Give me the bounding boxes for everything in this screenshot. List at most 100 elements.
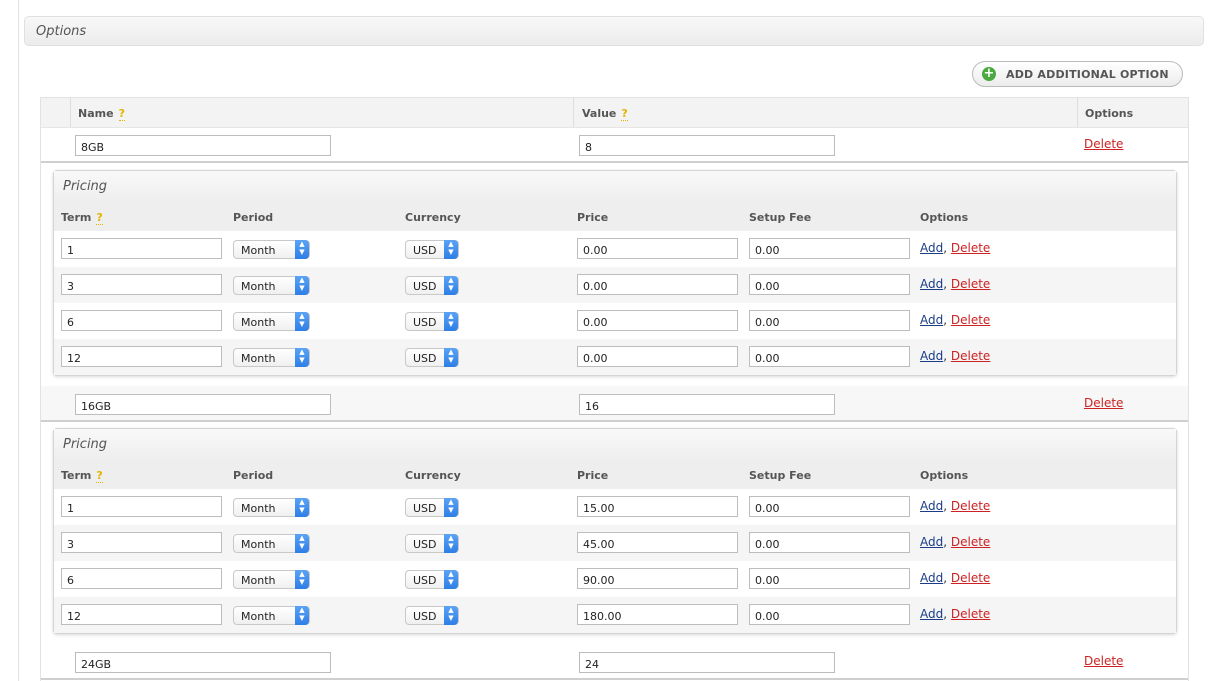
select-arrows-icon: ▲ ▼	[444, 606, 458, 625]
term-input[interactable]: 12	[61, 346, 222, 367]
period-value: Month	[241, 244, 276, 257]
delete-option-link[interactable]: Delete	[1084, 137, 1123, 151]
pricing-header-period: Period	[233, 211, 273, 224]
delete-pricing-link[interactable]: Delete	[951, 535, 990, 549]
setup-fee-input[interactable]: 0.00	[749, 568, 910, 589]
period-select[interactable]: Month ▲ ▼	[233, 312, 310, 331]
add-pricing-link[interactable]: Add	[920, 349, 943, 363]
pricing-header: Term? Period Currency Price Setup Fee Options	[54, 460, 1176, 489]
delete-pricing-link[interactable]: Delete	[951, 313, 990, 327]
setup-fee-input[interactable]: 0.00	[749, 238, 910, 259]
pricing-row: 3 Month ▲ ▼ USD ▲ ▼ 45.00 0.00 Add, Delete	[54, 525, 1176, 561]
header-divider	[70, 98, 71, 127]
help-icon[interactable]: ?	[96, 469, 103, 483]
delete-pricing-link[interactable]: Delete	[951, 607, 990, 621]
header-value: Value?	[582, 107, 628, 121]
term-input[interactable]: 1	[61, 496, 222, 517]
pricing-title-bar: Pricing	[54, 429, 1176, 461]
pricing-header-currency: Currency	[405, 211, 461, 224]
select-arrows-icon: ▲ ▼	[444, 498, 458, 517]
currency-value: USD	[413, 538, 437, 551]
price-input[interactable]: 90.00	[577, 568, 738, 589]
select-arrows-icon: ▲ ▼	[295, 570, 309, 589]
pricing-row-actions: Add, Delete	[920, 607, 990, 621]
currency-select[interactable]: USD ▲ ▼	[405, 276, 459, 295]
currency-select[interactable]: USD ▲ ▼	[405, 606, 459, 625]
add-pricing-link[interactable]: Add	[920, 535, 943, 549]
currency-value: USD	[413, 502, 437, 515]
pricing-title: Pricing	[63, 179, 108, 194]
price-input[interactable]: 15.00	[577, 496, 738, 517]
select-arrows-icon: ▲ ▼	[444, 534, 458, 553]
add-pricing-link[interactable]: Add	[920, 607, 943, 621]
options-section-header: Options	[24, 16, 1204, 46]
help-icon[interactable]: ?	[96, 211, 103, 225]
header-options: Options	[1085, 107, 1134, 120]
delete-option-link[interactable]: Delete	[1084, 654, 1123, 668]
setup-fee-input[interactable]: 0.00	[749, 310, 910, 331]
add-pricing-link[interactable]: Add	[920, 313, 943, 327]
price-input[interactable]: 0.00	[577, 310, 738, 331]
currency-select[interactable]: USD ▲ ▼	[405, 348, 459, 367]
add-additional-option-button[interactable]: + ADD ADDITIONAL OPTION	[972, 61, 1183, 87]
pricing-header: Term? Period Currency Price Setup Fee Options	[54, 202, 1176, 231]
period-select[interactable]: Month ▲ ▼	[233, 534, 310, 553]
setup-fee-input[interactable]: 0.00	[749, 604, 910, 625]
action-separator: ,	[943, 241, 951, 255]
option-name-input[interactable]: 16GB	[75, 394, 331, 415]
select-arrows-icon: ▲ ▼	[295, 312, 309, 331]
help-icon[interactable]: ?	[118, 107, 125, 121]
term-input[interactable]: 6	[61, 568, 222, 589]
delete-pricing-link[interactable]: Delete	[951, 499, 990, 513]
term-input[interactable]: 3	[61, 274, 222, 295]
help-icon[interactable]: ?	[621, 107, 628, 121]
price-input[interactable]: 0.00	[577, 346, 738, 367]
pricing-header-label: Setup Fee	[749, 469, 812, 482]
term-input[interactable]: 3	[61, 532, 222, 553]
currency-value: USD	[413, 574, 437, 587]
term-input[interactable]: 12	[61, 604, 222, 625]
period-select[interactable]: Month ▲ ▼	[233, 606, 310, 625]
currency-select[interactable]: USD ▲ ▼	[405, 240, 459, 259]
period-select[interactable]: Month ▲ ▼	[233, 570, 310, 589]
option-name-input[interactable]: 8GB	[75, 135, 331, 156]
add-pricing-link[interactable]: Add	[920, 499, 943, 513]
period-select[interactable]: Month ▲ ▼	[233, 498, 310, 517]
setup-fee-input[interactable]: 0.00	[749, 346, 910, 367]
add-pricing-link[interactable]: Add	[920, 241, 943, 255]
add-pricing-link[interactable]: Add	[920, 277, 943, 291]
currency-select[interactable]: USD ▲ ▼	[405, 534, 459, 553]
setup-fee-input[interactable]: 0.00	[749, 274, 910, 295]
price-input[interactable]: 0.00	[577, 274, 738, 295]
action-separator: ,	[943, 607, 951, 621]
pricing-header-label: Currency	[405, 211, 461, 224]
currency-select[interactable]: USD ▲ ▼	[405, 498, 459, 517]
option-name-input[interactable]: 24GB	[75, 652, 331, 673]
option-value-input[interactable]: 8	[579, 135, 835, 156]
add-button-label: ADD ADDITIONAL OPTION	[1006, 68, 1169, 81]
delete-pricing-link[interactable]: Delete	[951, 277, 990, 291]
period-value: Month	[241, 502, 276, 515]
price-input[interactable]: 0.00	[577, 238, 738, 259]
select-arrows-icon: ▲ ▼	[295, 534, 309, 553]
options-table: Name? Value? Options 8GB 8 Delete Pricin…	[40, 97, 1189, 681]
option-row: 16GB 16 Delete	[41, 386, 1188, 422]
period-select[interactable]: Month ▲ ▼	[233, 276, 310, 295]
add-pricing-link[interactable]: Add	[920, 571, 943, 585]
delete-pricing-link[interactable]: Delete	[951, 571, 990, 585]
option-value-input[interactable]: 16	[579, 394, 835, 415]
setup-fee-input[interactable]: 0.00	[749, 496, 910, 517]
period-select[interactable]: Month ▲ ▼	[233, 348, 310, 367]
term-input[interactable]: 1	[61, 238, 222, 259]
price-input[interactable]: 45.00	[577, 532, 738, 553]
period-select[interactable]: Month ▲ ▼	[233, 240, 310, 259]
delete-pricing-link[interactable]: Delete	[951, 241, 990, 255]
delete-pricing-link[interactable]: Delete	[951, 349, 990, 363]
delete-option-link[interactable]: Delete	[1084, 396, 1123, 410]
option-value-input[interactable]: 24	[579, 652, 835, 673]
price-input[interactable]: 180.00	[577, 604, 738, 625]
term-input[interactable]: 6	[61, 310, 222, 331]
currency-select[interactable]: USD ▲ ▼	[405, 312, 459, 331]
setup-fee-input[interactable]: 0.00	[749, 532, 910, 553]
currency-select[interactable]: USD ▲ ▼	[405, 570, 459, 589]
